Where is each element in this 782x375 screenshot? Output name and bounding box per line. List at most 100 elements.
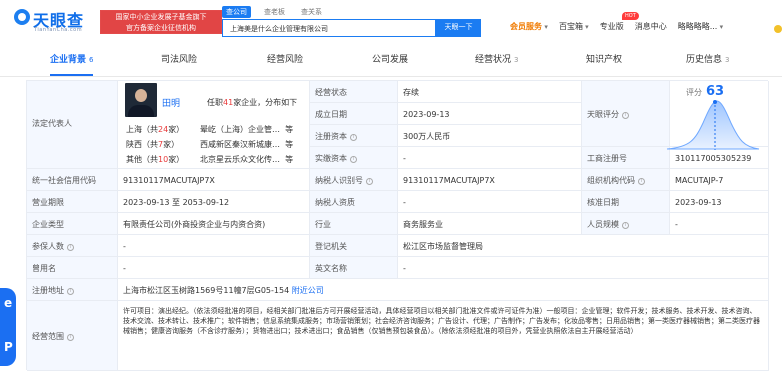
- tab-label: 经营风险: [267, 55, 304, 65]
- tab-intellectual-property[interactable]: 知识产权: [586, 47, 622, 76]
- search-tabs: 查公司 查老板 查关系: [222, 6, 325, 18]
- former-name-label: 曾用名: [27, 257, 118, 279]
- region-more: 等: [285, 125, 294, 134]
- nearby-company-link[interactable]: 附近公司: [292, 286, 324, 295]
- term-value: 2023-09-13 至 2053-09-12: [118, 191, 310, 213]
- info-icon[interactable]: i: [67, 334, 74, 341]
- legal-rep-name[interactable]: 田明: [162, 96, 180, 109]
- region-name: 其他: [126, 155, 142, 164]
- search-tab-company[interactable]: 查公司: [222, 6, 251, 18]
- org-code-value: MACUTAJP-7: [670, 169, 769, 191]
- staff-size-label: 人员规模 i: [582, 213, 670, 235]
- fund-badge: 国家中小企业发展子基金旗下 官方备案企业征信机构: [100, 10, 222, 34]
- tab-label: 公司发展: [372, 55, 409, 65]
- search-box[interactable]: [222, 19, 436, 37]
- scope-value: 许可项目：演出经纪。（依法须经批准的项目，经相关部门批准后方可开展经营活动，具体…: [118, 301, 769, 371]
- region-count: 7: [158, 140, 164, 149]
- post-count[interactable]: 41: [223, 98, 233, 107]
- found-value: 2023-09-13: [398, 103, 582, 125]
- address-label: 注册地址 i: [27, 279, 118, 301]
- tab-judicial-risk[interactable]: 司法风险: [161, 47, 197, 76]
- region-name: 陕西: [126, 140, 142, 149]
- search-input[interactable]: [230, 24, 430, 34]
- floating-bottom-letter: P: [4, 340, 13, 354]
- taxpayer-label: 纳税人资质: [310, 191, 398, 213]
- paid-value: -: [398, 147, 582, 169]
- score-label: 天眼评分 i: [582, 81, 670, 147]
- industry-value: 商务服务业: [398, 213, 582, 235]
- region-company-name: 晕屹（上海）企业管…: [200, 125, 280, 134]
- tab-operation-risk[interactable]: 经营风险: [267, 47, 303, 76]
- address-value: 上海市松江区玉树路1569号11幢7层G05-154: [123, 286, 290, 295]
- region-company-name: 北京星云乐众文化传…: [200, 155, 280, 164]
- info-icon[interactable]: i: [350, 156, 357, 163]
- tab-business-status[interactable]: 经营状况 3: [475, 47, 518, 76]
- notification-dot-icon: [774, 25, 782, 33]
- region-row[interactable]: 陕西（共7家）: [126, 139, 179, 150]
- credit-code-value: 91310117MACUTAJP7X: [118, 169, 310, 191]
- insured-label: 参保人数 i: [27, 235, 118, 257]
- tab-count: 3: [514, 56, 519, 64]
- member-service-menu[interactable]: 会员服务: [510, 21, 548, 32]
- staff-size-label-text: 人员规模: [587, 220, 619, 229]
- post-suffix: 家企业，分布如下: [233, 98, 298, 107]
- credit-code-label: 统一社会信用代码: [27, 169, 118, 191]
- status-label: 经营状态: [310, 81, 398, 103]
- tab-count: 6: [89, 56, 94, 64]
- search-tab-boss[interactable]: 查老板: [261, 6, 288, 18]
- org-code-label-text: 组织机构代码: [587, 176, 635, 185]
- tab-label: 司法风险: [161, 55, 198, 65]
- tax-id-label: 纳税人识别号 i: [310, 169, 398, 191]
- info-icon[interactable]: i: [366, 178, 373, 185]
- tab-company-background[interactable]: 企业背景 6: [50, 47, 94, 76]
- info-icon[interactable]: i: [67, 244, 74, 251]
- address-cell: 上海市松江区玉树路1569号11幢7层G05-154 附近公司: [118, 279, 769, 301]
- user-menu[interactable]: 略略略略...: [678, 21, 723, 32]
- pro-version-link[interactable]: 专业版: [600, 21, 624, 32]
- score-label-text: 天眼评分: [587, 110, 619, 119]
- logo-subtext: TianYanCha.com: [34, 27, 83, 33]
- capital-label-text: 注册资本: [315, 132, 347, 141]
- info-icon[interactable]: i: [350, 134, 357, 141]
- legal-rep-avatar[interactable]: [125, 83, 157, 117]
- insured-value: -: [118, 235, 310, 257]
- approve-date-label: 核准日期: [582, 191, 670, 213]
- info-icon[interactable]: i: [67, 288, 74, 295]
- region-company-name: 西咸新区秦汉新城康…: [200, 140, 280, 149]
- post-prefix: 任职: [207, 98, 223, 107]
- reg-no-label: 工商注册号: [582, 147, 670, 169]
- legal-rep-posts: 任职41家企业，分布如下: [207, 97, 297, 108]
- floating-helper[interactable]: e P: [0, 288, 16, 366]
- region-company[interactable]: 西咸新区秦汉新城康… 等: [200, 139, 293, 150]
- region-row[interactable]: 上海（共24家）: [126, 124, 184, 135]
- region-name: 上海: [126, 125, 142, 134]
- tab-company-development[interactable]: 公司发展: [372, 47, 408, 76]
- info-icon[interactable]: i: [622, 112, 629, 119]
- approve-date-value: 2023-09-13: [670, 191, 769, 213]
- region-company[interactable]: 晕屹（上海）企业管… 等: [200, 124, 293, 135]
- tab-count: 3: [725, 56, 730, 64]
- search-tab-relation[interactable]: 查关系: [298, 6, 325, 18]
- treasure-box-menu[interactable]: 百宝箱: [559, 21, 589, 32]
- search-button[interactable]: 天眼一下: [436, 19, 481, 37]
- company-type-value: 有限责任公司(外商投资企业与内资合资): [118, 213, 310, 235]
- company-tabs: 企业背景 6 司法风险 经营风险 公司发展 经营状况 3 知识产权 历史信息 3: [0, 47, 782, 77]
- former-name-value: -: [118, 257, 310, 279]
- address-label-text: 注册地址: [32, 286, 64, 295]
- info-icon[interactable]: i: [638, 178, 645, 185]
- fund-badge-line2: 官方备案企业征信机构: [126, 24, 196, 32]
- message-center-link[interactable]: 消息中心: [635, 21, 667, 32]
- tab-history-info[interactable]: 历史信息 3: [686, 47, 729, 76]
- floating-top-letter: e: [4, 296, 13, 310]
- found-label: 成立日期: [310, 103, 398, 125]
- info-icon[interactable]: i: [622, 222, 629, 229]
- top-nav: 会员服务 百宝箱 专业版 消息中心 略略略略...: [510, 21, 723, 32]
- region-row[interactable]: 其他（共10家）: [126, 154, 184, 165]
- tianyancha-logo-icon[interactable]: [14, 9, 30, 25]
- top-header: 天眼查 TianYanCha.com 国家中小企业发展子基金旗下 官方备案企业征…: [0, 0, 782, 46]
- term-label: 营业期限: [27, 191, 118, 213]
- english-name-label: 英文名称: [310, 257, 398, 279]
- region-company[interactable]: 北京星云乐众文化传… 等: [200, 154, 293, 165]
- authority-value: 松江区市场监督管理局: [398, 235, 769, 257]
- paid-label-text: 实缴资本: [315, 154, 347, 163]
